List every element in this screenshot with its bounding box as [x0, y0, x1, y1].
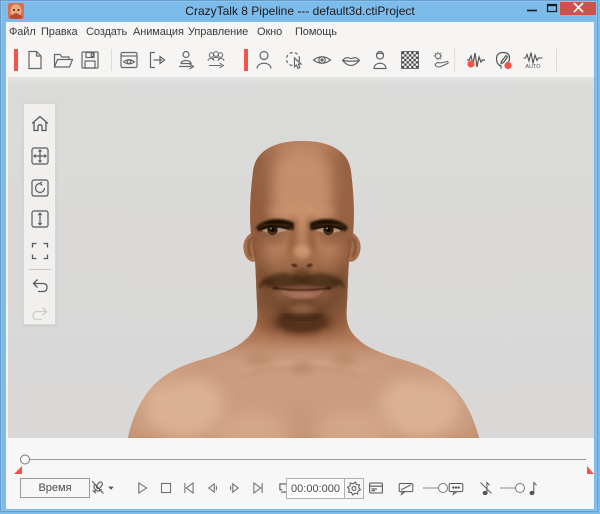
svg-text:AUTO: AUTO — [525, 64, 541, 70]
